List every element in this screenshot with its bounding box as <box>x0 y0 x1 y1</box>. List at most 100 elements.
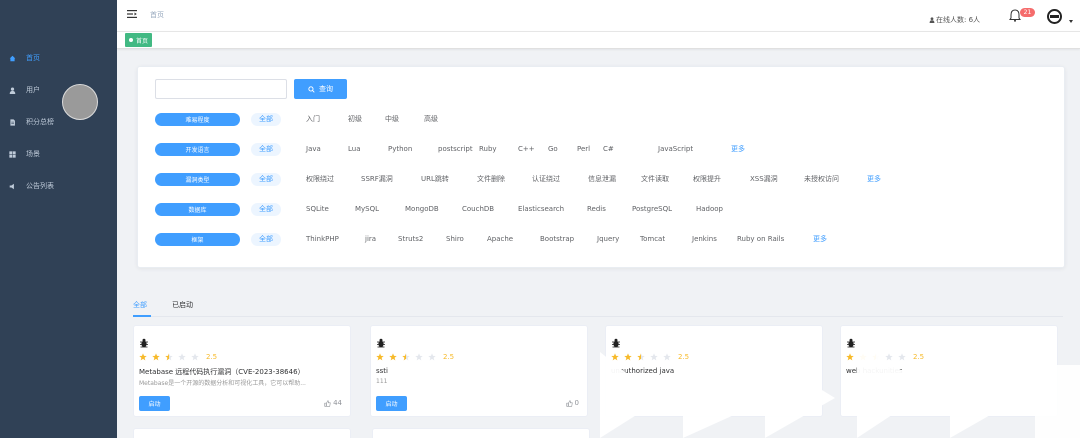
star-icon <box>650 353 658 361</box>
filter-option[interactable]: Java <box>298 143 329 156</box>
filter-option[interactable]: Ruby on Rails <box>729 233 792 246</box>
star-icon <box>389 353 397 361</box>
filter-option[interactable]: 未授权访问 <box>796 173 847 186</box>
breadcrumb[interactable]: 首页 <box>150 10 164 20</box>
filter-option[interactable]: C# <box>595 143 622 156</box>
notification-badge: 21 <box>1020 8 1035 17</box>
filter-option[interactable]: PostgreSQL <box>624 203 680 216</box>
filter-option[interactable]: MongoDB <box>397 203 447 216</box>
filter-option[interactable]: Ruby <box>471 143 505 156</box>
scene-card[interactable]: 2.5 web hackunities <box>840 325 1058 417</box>
scene-card[interactable] <box>133 428 351 438</box>
filter-option[interactable]: Lua <box>340 143 369 156</box>
filter-more-link[interactable]: 更多 <box>723 143 753 156</box>
scene-card[interactable]: 2.5 ssti 111 启动 0 <box>370 325 588 417</box>
card-title: Metabase 远程代码执行漏洞（CVE-2023-38646） <box>139 368 305 376</box>
filter-option[interactable]: 初级 <box>340 113 370 126</box>
sidebar: 首页 用户 积分总榜 场景 公告列表 <box>0 0 117 438</box>
star-icon <box>846 353 854 361</box>
search-input[interactable] <box>155 79 287 99</box>
sidebar-item-home[interactable]: 首页 <box>0 48 117 68</box>
star-icon <box>872 353 880 361</box>
star-icon <box>415 353 423 361</box>
filter-option[interactable]: CouchDB <box>454 203 502 216</box>
usage-count-value: 0 <box>574 399 579 407</box>
filter-option[interactable]: Elasticsearch <box>510 203 572 216</box>
filter-label: 难易程度 <box>155 113 240 126</box>
filter-option[interactable]: Python <box>380 143 420 156</box>
rating-score: 2.5 <box>443 353 455 361</box>
filter-option[interactable]: Bootstrap <box>532 233 582 246</box>
filter-option-all[interactable]: 全部 <box>251 143 281 156</box>
filter-option-all[interactable]: 全部 <box>251 173 281 186</box>
caret-down-icon[interactable] <box>1069 20 1073 23</box>
tab-all[interactable]: 全部 <box>133 300 147 310</box>
start-button[interactable]: 启动 <box>139 396 170 411</box>
filter-option[interactable]: 认证绕过 <box>524 173 568 186</box>
filter-option[interactable]: Jenkins <box>684 233 725 246</box>
filter-option[interactable]: MySQL <box>347 203 387 216</box>
sidebar-item-scenes[interactable]: 场景 <box>0 144 117 164</box>
filter-option[interactable]: Shiro <box>438 233 472 246</box>
filter-option-all[interactable]: 全部 <box>251 113 281 126</box>
filter-option-all[interactable]: 全部 <box>251 233 281 246</box>
filter-option[interactable]: Go <box>540 143 566 156</box>
filter-option[interactable]: JavaScript <box>650 143 701 156</box>
filter-row: 开发语言 全部 Java Lua Python postscript Ruby C++ Go Pe… <box>155 143 1055 157</box>
rating-score: 2.5 <box>913 353 925 361</box>
bug-icon <box>611 338 621 348</box>
filter-more-link[interactable]: 更多 <box>859 173 889 186</box>
search-button-label: 查询 <box>319 85 333 93</box>
filter-option[interactable]: Tomcat <box>632 233 673 246</box>
filter-option[interactable]: URL跳转 <box>413 173 457 186</box>
filter-option[interactable]: 信息泄漏 <box>580 173 624 186</box>
filter-option[interactable]: 文件读取 <box>633 173 677 186</box>
card-title: unauthorized java <box>611 367 675 375</box>
filter-label: 开发语言 <box>155 143 240 156</box>
filter-option-all[interactable]: 全部 <box>251 203 281 216</box>
star-icon <box>428 353 436 361</box>
grid-icon <box>9 150 16 158</box>
filter-option[interactable]: C++ <box>510 143 543 156</box>
star-icon <box>885 353 893 361</box>
filter-more-link[interactable]: 更多 <box>805 233 835 246</box>
filter-option[interactable]: 文件删除 <box>469 173 513 186</box>
hamburger-icon[interactable] <box>127 9 137 19</box>
sidebar-item-users[interactable]: 用户 <box>0 80 117 100</box>
star-icon <box>402 353 410 361</box>
tag-home[interactable]: 首页 <box>125 33 153 47</box>
avatar[interactable] <box>1047 9 1062 24</box>
filter-option[interactable]: XSS漏洞 <box>742 173 786 186</box>
filter-option[interactable]: Struts2 <box>390 233 431 246</box>
sidebar-item-announcements[interactable]: 公告列表 <box>0 176 117 196</box>
filter-option[interactable]: Redis <box>579 203 614 216</box>
filter-panel: 查询 难易程度 全部 入门 初级 中级 高级 开发语言 全部 Java Lua Python post… <box>137 66 1065 268</box>
filter-option[interactable]: 高级 <box>416 113 446 126</box>
start-button[interactable]: 启动 <box>376 396 407 411</box>
scene-card[interactable]: 2.5 unauthorized java <box>605 325 823 417</box>
sidebar-item-label: 积分总榜 <box>26 118 54 126</box>
search-button[interactable]: 查询 <box>294 79 347 99</box>
scene-card[interactable]: 2.5 Metabase 远程代码执行漏洞（CVE-2023-38646） Meta… <box>133 325 351 417</box>
rating-score: 2.5 <box>206 353 218 361</box>
filter-option[interactable]: 权限提升 <box>685 173 729 186</box>
filter-option[interactable]: Hadoop <box>688 203 731 216</box>
filter-option[interactable]: ThinkPHP <box>298 233 347 246</box>
filter-option[interactable]: Jquery <box>589 233 627 246</box>
filter-option[interactable]: jira <box>357 233 384 246</box>
filter-option[interactable]: SSRF漏洞 <box>353 173 401 186</box>
sidebar-item-leaderboard[interactable]: 积分总榜 <box>0 112 117 132</box>
tab-started[interactable]: 已启动 <box>172 300 193 310</box>
scene-card[interactable] <box>372 428 590 438</box>
filter-option[interactable]: SQLite <box>298 203 337 216</box>
filter-option[interactable]: 中级 <box>377 113 407 126</box>
filter-option[interactable]: Perl <box>569 143 598 156</box>
filter-option[interactable]: Apache <box>479 233 521 246</box>
star-icon <box>191 353 199 361</box>
filter-option[interactable]: 入门 <box>298 113 328 126</box>
online-count-label: 在线人数: 6人 <box>936 16 981 24</box>
cursor-indicator <box>62 84 98 120</box>
thumb-icon <box>565 399 573 407</box>
star-icon <box>139 353 147 361</box>
filter-option[interactable]: 权限绕过 <box>298 173 342 186</box>
